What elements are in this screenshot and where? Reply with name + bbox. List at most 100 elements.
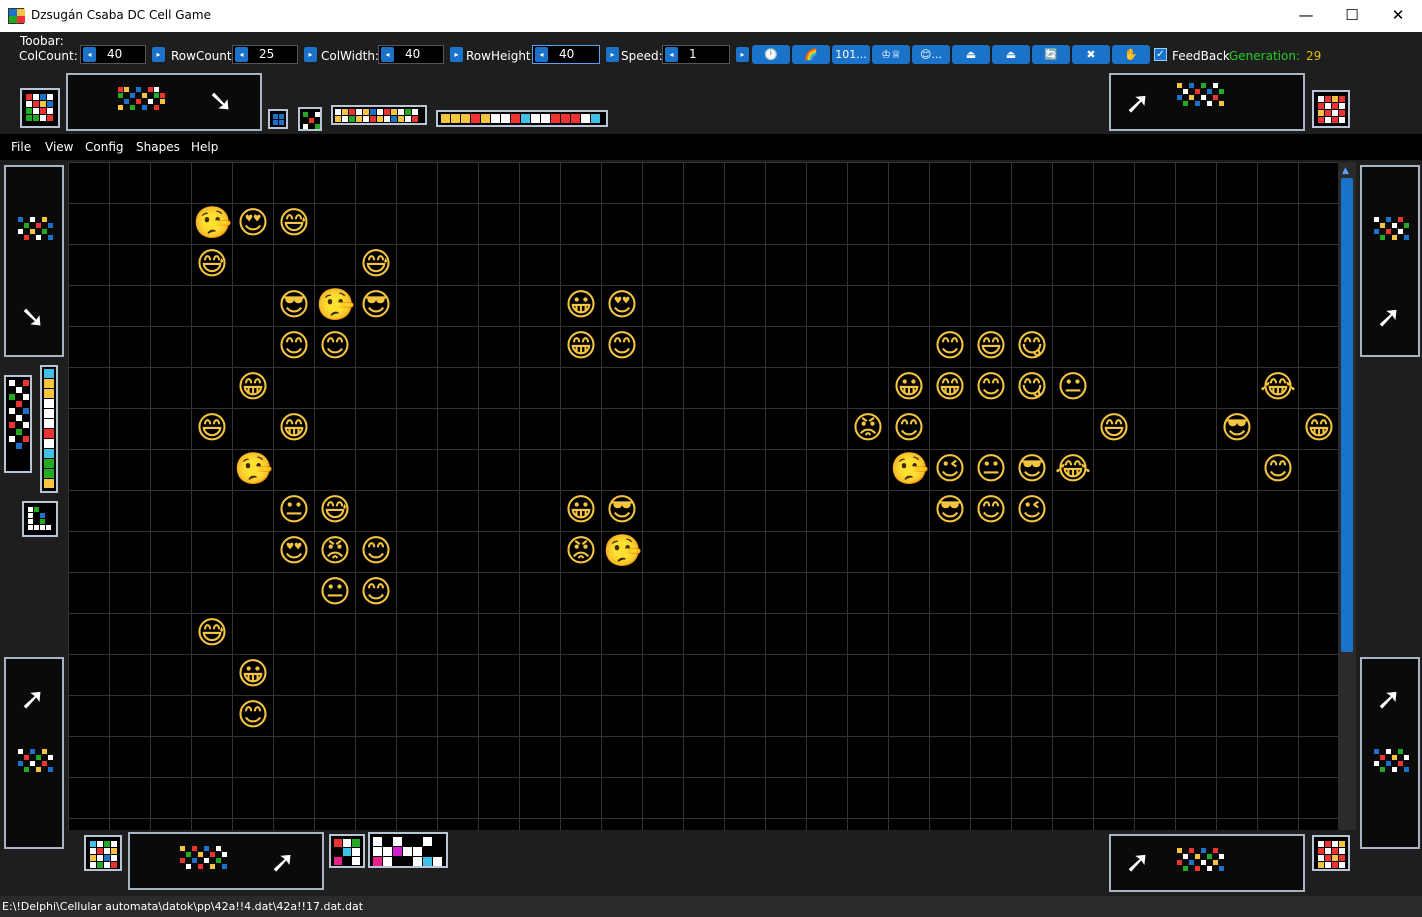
cell-emoji[interactable]: 😍: [275, 532, 313, 570]
pattern-thumbnail-left[interactable]: [22, 501, 58, 537]
maximize-button[interactable]: ☐: [1329, 0, 1375, 32]
rowcount-spinner[interactable]: 25 ◂ ▸: [232, 45, 320, 64]
pattern-thumbnail-tl[interactable]: [20, 88, 60, 128]
cell-emoji[interactable]: 😐: [275, 491, 313, 529]
cell-emoji[interactable]: 😅: [357, 245, 395, 283]
cell-emoji[interactable]: 😁: [234, 368, 272, 406]
cell-emoji[interactable]: 😊: [234, 696, 272, 734]
colwidth-increment[interactable]: ▸: [450, 47, 463, 62]
color-palette-strip[interactable]: [436, 110, 608, 127]
refresh-button[interactable]: 🔄: [1032, 45, 1070, 64]
colwidth-spinner[interactable]: 40 ◂ ▸: [378, 45, 466, 64]
cell-emoji[interactable]: 😊: [890, 409, 928, 447]
cell-emoji[interactable]: 😁: [931, 368, 969, 406]
rowcount-decrement[interactable]: ◂: [235, 47, 248, 62]
pattern-preview-right-bottom[interactable]: ➚: [1360, 657, 1420, 849]
minimize-button[interactable]: —: [1283, 0, 1329, 32]
cell-emoji[interactable]: 😊: [357, 532, 395, 570]
cell-emoji[interactable]: 😋: [1013, 327, 1051, 365]
feedback-checkbox[interactable]: ✓: [1154, 48, 1167, 61]
menu-shapes[interactable]: Shapes: [136, 140, 180, 154]
pattern-preview-left-top[interactable]: ➘: [4, 165, 64, 357]
cell-emoji[interactable]: 😊: [931, 327, 969, 365]
eject-button-2[interactable]: ⏏: [992, 45, 1030, 64]
pattern-preview-right-top[interactable]: ➚: [1360, 165, 1420, 357]
cell-emoji[interactable]: 😡: [316, 532, 354, 570]
menu-view[interactable]: View: [45, 140, 73, 154]
cell-emoji[interactable]: 😀: [562, 491, 600, 529]
colcount-decrement[interactable]: ◂: [83, 47, 96, 62]
cell-emoji[interactable]: 😂: [1259, 368, 1297, 406]
cell-emoji[interactable]: 😀: [562, 286, 600, 324]
pattern-preview-tr[interactable]: ➚: [1109, 73, 1305, 131]
close-button[interactable]: ✕: [1375, 0, 1421, 32]
rowcount-increment[interactable]: ▸: [304, 47, 317, 62]
cell-emoji[interactable]: 😋: [1013, 368, 1051, 406]
cell-emoji[interactable]: 😀: [890, 368, 928, 406]
cell-emoji[interactable]: 😊: [357, 573, 395, 611]
cell-emoji[interactable]: 😅: [193, 245, 231, 283]
cell-emoji[interactable]: 😅: [275, 204, 313, 242]
speed-increment[interactable]: ▸: [736, 47, 749, 62]
speed-decrement[interactable]: ◂: [665, 47, 678, 62]
cell-emoji[interactable]: 😉: [1013, 491, 1051, 529]
colwidth-decrement[interactable]: ◂: [381, 47, 394, 62]
palette-strip-left[interactable]: [40, 365, 58, 493]
rowheight-decrement[interactable]: ◂: [535, 47, 548, 62]
cell-emoji[interactable]: 😎: [603, 491, 641, 529]
cell-emoji[interactable]: 😅: [316, 491, 354, 529]
chess-button[interactable]: ♔♕: [872, 45, 910, 64]
vertical-scrollbar[interactable]: ▲: [1338, 162, 1356, 830]
eject-button-1[interactable]: ⏏: [952, 45, 990, 64]
cell-emoji[interactable]: 😎: [275, 286, 313, 324]
excel-button[interactable]: ✖: [1072, 45, 1110, 64]
pattern-thumbnail-bottom-1[interactable]: [329, 834, 365, 868]
clock-button[interactable]: 🕛: [752, 45, 790, 64]
menu-help[interactable]: Help: [191, 140, 218, 154]
cell-emoji[interactable]: 😍: [603, 286, 641, 324]
cell-emoji[interactable]: 😄: [1095, 409, 1133, 447]
cell-emoji[interactable]: 😁: [562, 327, 600, 365]
cell-emoji[interactable]: 😍: [234, 204, 272, 242]
cell-emoji[interactable]: 😎: [931, 491, 969, 529]
cell-emoji[interactable]: 😁: [1300, 409, 1338, 447]
small-grid-icon-button[interactable]: [268, 109, 288, 129]
cell-emoji[interactable]: 😎: [1013, 450, 1051, 488]
rowheight-increment[interactable]: ▸: [606, 47, 619, 62]
cell-emoji[interactable]: 😡: [849, 409, 887, 447]
cell-emoji[interactable]: 🤥: [234, 450, 273, 488]
pattern-thumbnail-bottom-2[interactable]: [368, 832, 448, 868]
cell-emoji[interactable]: 😅: [193, 614, 231, 652]
menu-config[interactable]: Config: [85, 140, 124, 154]
pattern-thumbnail-tr[interactable]: [1312, 90, 1350, 128]
cell-emoji[interactable]: 😊: [1259, 450, 1297, 488]
rainbow-button[interactable]: 🌈: [792, 45, 830, 64]
hand-button[interactable]: ✋: [1112, 45, 1150, 64]
cell-emoji[interactable]: 😊: [972, 368, 1010, 406]
cell-emoji[interactable]: 😐: [316, 573, 354, 611]
cell-emoji[interactable]: 😊: [603, 327, 641, 365]
pattern-strip-left[interactable]: [4, 375, 32, 473]
pattern-strip-preview[interactable]: [331, 105, 427, 125]
cell-emoji[interactable]: 😐: [1054, 368, 1092, 406]
cell-emoji[interactable]: 🤥: [603, 532, 642, 570]
pattern-preview-tl[interactable]: ➘: [66, 73, 262, 131]
colcount-spinner[interactable]: 40 ◂ ▸: [80, 45, 168, 64]
pattern-thumbnail-br[interactable]: [1312, 835, 1350, 871]
cell-emoji[interactable]: 😊: [275, 327, 313, 365]
cell-emoji[interactable]: 😂: [1054, 450, 1092, 488]
cell-emoji[interactable]: 😐: [972, 450, 1010, 488]
menu-file[interactable]: File: [11, 140, 31, 154]
pattern-preview-left-bottom[interactable]: ➚: [4, 657, 64, 849]
cell-emoji[interactable]: 🤥: [193, 204, 232, 242]
speed-spinner[interactable]: 1 ◂ ▸: [662, 45, 750, 64]
cell-emoji[interactable]: 🤥: [316, 286, 355, 324]
cell-emoji[interactable]: 😎: [357, 286, 395, 324]
cell-grid[interactable]: 🤥 😍 😅 😅 😅 😎 🤥 😎 😀 😍 😊 😊 😁 😊 😊 😄 😋 😁 😀 😁 😊 😋 😐 😂 😄 😁 😡 😊 😄 😎 😁 🤥 🤥 😉 😐 😎 😂 😊 😐 😅…: [68, 162, 1338, 830]
scrollbar-thumb[interactable]: [1341, 178, 1353, 652]
checker-icon-button[interactable]: [298, 107, 322, 131]
cell-emoji[interactable]: 😁: [275, 409, 313, 447]
cell-emoji[interactable]: 😎: [1218, 409, 1256, 447]
pattern-thumbnail-bl[interactable]: [84, 835, 122, 871]
rowheight-spinner[interactable]: 40 ◂ ▸: [532, 45, 622, 64]
